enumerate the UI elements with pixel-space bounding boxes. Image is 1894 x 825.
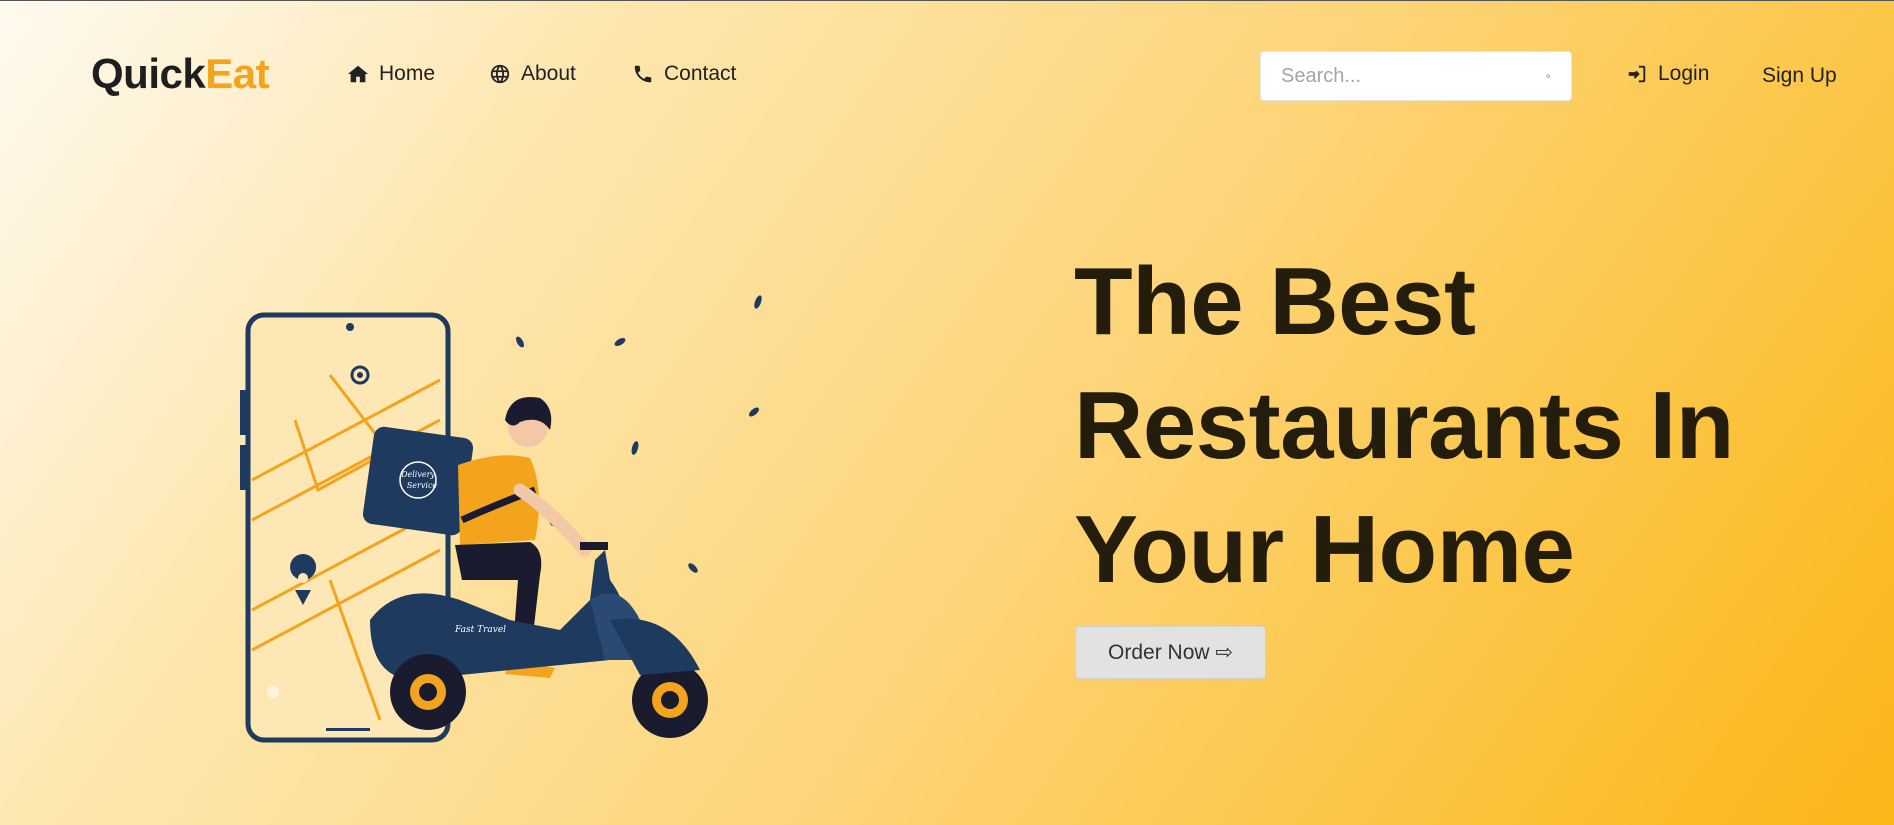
brand-logo-part2: Eat: [205, 50, 270, 97]
home-icon: [347, 65, 369, 83]
box-label-line1: Delivery: [400, 470, 435, 479]
search-icon[interactable]: [1546, 66, 1551, 87]
nav-contact-link[interactable]: Contact: [632, 62, 736, 86]
sign-in-icon: [1628, 65, 1646, 83]
signup-link[interactable]: Sign Up: [1762, 64, 1837, 88]
order-now-button[interactable]: Order Now ⇨: [1075, 626, 1266, 679]
search-box: [1260, 51, 1572, 101]
hero-title-line: Restaurants In: [1074, 372, 1734, 479]
hero-title-line: The Best: [1074, 248, 1476, 355]
search-input[interactable]: [1281, 64, 1546, 88]
nav-home-link[interactable]: Home: [347, 62, 435, 86]
phone-icon: [634, 65, 652, 83]
scooter-label: Fast Travel: [454, 625, 506, 635]
leaves-decoration: [516, 295, 762, 573]
nav-about-label: About: [521, 62, 576, 85]
login-label: Login: [1658, 62, 1710, 85]
brand-logo-part1: Quick: [91, 50, 206, 97]
nav-about-link[interactable]: About: [489, 62, 576, 86]
brand-logo[interactable]: QuickEat: [91, 50, 270, 98]
hero-title: The Best Restaurants In Your Home: [1074, 240, 1834, 612]
globe-icon: [490, 64, 510, 84]
nav-contact-label: Contact: [664, 62, 737, 85]
top-border: [0, 0, 1894, 1]
box-label-line2: Service: [407, 481, 438, 490]
nav-home-label: Home: [379, 62, 436, 85]
hero-title-line: Your Home: [1074, 496, 1575, 603]
login-link[interactable]: Login: [1626, 62, 1709, 86]
delivery-illustration: Delivery Service Fast Travel: [240, 295, 762, 743]
